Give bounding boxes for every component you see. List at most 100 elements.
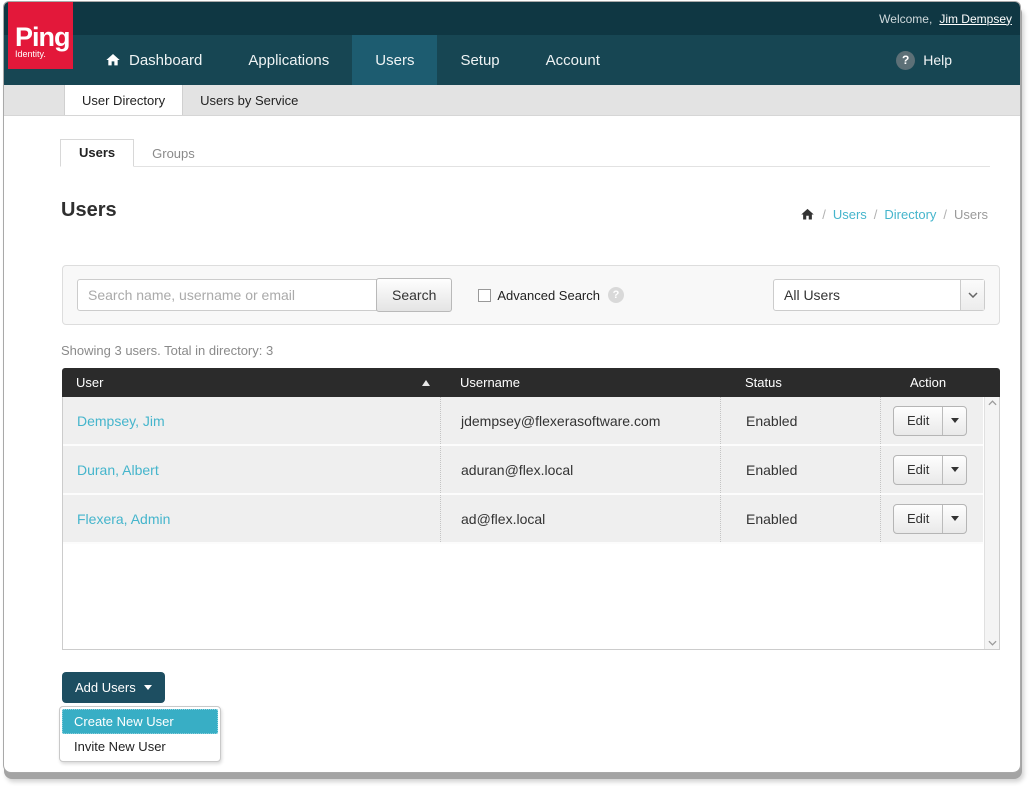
edit-split-button[interactable]: Edit (893, 406, 967, 436)
column-header-user[interactable]: User (62, 375, 440, 390)
status-cell: Enabled (720, 397, 880, 444)
breadcrumb-home-icon[interactable] (800, 207, 815, 222)
username-cell: jdempsey@flexerasoftware.com (440, 397, 720, 444)
table-row: Duran, Albert aduran@flex.local Enabled … (63, 446, 983, 495)
nav-item-setup[interactable]: Setup (437, 35, 522, 85)
advanced-search-control: Advanced Search ? (478, 287, 624, 303)
column-header-status[interactable]: Status (720, 375, 880, 390)
nav-item-label: Applications (248, 52, 329, 69)
caret-down-icon (951, 467, 959, 472)
tab-label: User Directory (82, 93, 165, 108)
menu-item-invite-new-user[interactable]: Invite New User (62, 734, 218, 759)
user-name-cell: Flexera, Admin (63, 495, 440, 542)
breadcrumb: / Users / Directory / Users (800, 207, 988, 222)
user-name-cell: Dempsey, Jim (63, 397, 440, 444)
nav-item-label: Setup (460, 52, 499, 69)
column-label: Username (460, 375, 520, 390)
scroll-down-icon (988, 640, 997, 646)
tab-groups[interactable]: Groups (134, 141, 213, 167)
scroll-up-icon (988, 400, 997, 406)
username-cell: aduran@flex.local (440, 446, 720, 493)
user-name-link[interactable]: Flexera, Admin (77, 511, 170, 527)
edit-split-button[interactable]: Edit (893, 455, 967, 485)
nav-item-label: Users (375, 52, 414, 69)
question-icon: ? (608, 287, 624, 303)
home-icon (105, 52, 121, 68)
table-row: Dempsey, Jim jdempsey@flexerasoftware.co… (63, 397, 983, 446)
welcome-bar: Welcome, Jim Dempsey (4, 2, 1020, 35)
edit-button[interactable]: Edit (894, 407, 942, 435)
nav-item-label: Account (546, 52, 600, 69)
logo-brand-text: Ping (15, 26, 73, 48)
tab-users-by-service[interactable]: Users by Service (183, 85, 315, 115)
breadcrumb-separator: / (874, 207, 878, 222)
chevron-down-icon (960, 280, 984, 310)
table-row: Flexera, Admin ad@flex.local Enabled Edi… (63, 495, 983, 544)
column-header-action: Action (880, 375, 985, 390)
breadcrumb-link-directory[interactable]: Directory (884, 207, 936, 222)
breadcrumb-separator: / (822, 207, 826, 222)
user-name-cell: Duran, Albert (63, 446, 440, 493)
edit-button[interactable]: Edit (894, 456, 942, 484)
nav-item-applications[interactable]: Applications (225, 35, 352, 85)
directory-tabs: Users Groups (60, 140, 990, 167)
add-users-label: Add Users (75, 680, 136, 695)
help-icon[interactable]: ? (896, 51, 915, 70)
search-panel: Search Advanced Search ? All Users (62, 265, 1000, 325)
column-label: Status (745, 375, 782, 390)
column-header-username[interactable]: Username (440, 375, 720, 390)
app-window: Welcome, Jim Dempsey Dashboard Applicati… (3, 1, 1021, 773)
users-table: User Username Status Action Dempsey, Jim… (62, 368, 1000, 650)
action-cell: Edit (880, 446, 983, 493)
nav-items: Dashboard Applications Users Setup Accou… (82, 35, 623, 85)
breadcrumb-link-users[interactable]: Users (833, 207, 867, 222)
menu-item-create-new-user[interactable]: Create New User (62, 709, 218, 734)
tab-label: Groups (152, 146, 195, 161)
edit-split-button[interactable]: Edit (893, 504, 967, 534)
edit-dropdown-toggle[interactable] (942, 407, 966, 435)
edit-button[interactable]: Edit (894, 505, 942, 533)
current-user-link[interactable]: Jim Dempsey (939, 12, 1012, 26)
caret-down-icon (951, 418, 959, 423)
column-label: User (76, 375, 103, 390)
nav-item-dashboard[interactable]: Dashboard (82, 35, 225, 85)
table-body: Dempsey, Jim jdempsey@flexerasoftware.co… (62, 397, 1000, 650)
help-label: Help (923, 52, 952, 68)
status-cell: Enabled (720, 495, 880, 542)
main-navbar: Dashboard Applications Users Setup Accou… (4, 35, 1020, 85)
column-label: Action (910, 375, 946, 390)
add-users-menu: Create New User Invite New User (59, 706, 221, 762)
status-cell: Enabled (720, 446, 880, 493)
advanced-search-label[interactable]: Advanced Search (497, 288, 600, 303)
add-users-button[interactable]: Add Users (62, 672, 165, 703)
tab-users[interactable]: Users (60, 139, 134, 167)
edit-dropdown-toggle[interactable] (942, 505, 966, 533)
nav-help[interactable]: ? Help (896, 35, 1020, 85)
caret-down-icon (951, 516, 959, 521)
page-title: Users (61, 199, 117, 222)
tab-user-directory[interactable]: User Directory (64, 85, 183, 115)
search-input[interactable] (77, 279, 377, 311)
nav-item-label: Dashboard (129, 52, 202, 69)
search-button[interactable]: Search (376, 278, 452, 312)
advanced-search-checkbox[interactable] (478, 289, 491, 302)
ping-logo[interactable]: Ping Identity. (8, 2, 73, 69)
user-filter-value: All Users (774, 287, 960, 303)
user-name-link[interactable]: Duran, Albert (77, 462, 159, 478)
results-summary: Showing 3 users. Total in directory: 3 (61, 343, 273, 358)
table-scrollbar[interactable] (984, 397, 999, 649)
user-name-link[interactable]: Dempsey, Jim (77, 413, 165, 429)
action-cell: Edit (880, 397, 983, 444)
tab-label: Users (79, 145, 115, 160)
table-header: User Username Status Action (62, 368, 1000, 397)
sort-ascending-icon[interactable] (422, 380, 430, 386)
edit-dropdown-toggle[interactable] (942, 456, 966, 484)
nav-item-account[interactable]: Account (523, 35, 623, 85)
user-filter-select[interactable]: All Users (773, 279, 985, 311)
breadcrumb-separator: / (943, 207, 947, 222)
breadcrumb-current: Users (954, 207, 988, 222)
username-cell: ad@flex.local (440, 495, 720, 542)
nav-item-users[interactable]: Users (352, 35, 437, 85)
welcome-label: Welcome, (879, 12, 932, 26)
tab-label: Users by Service (200, 93, 298, 108)
